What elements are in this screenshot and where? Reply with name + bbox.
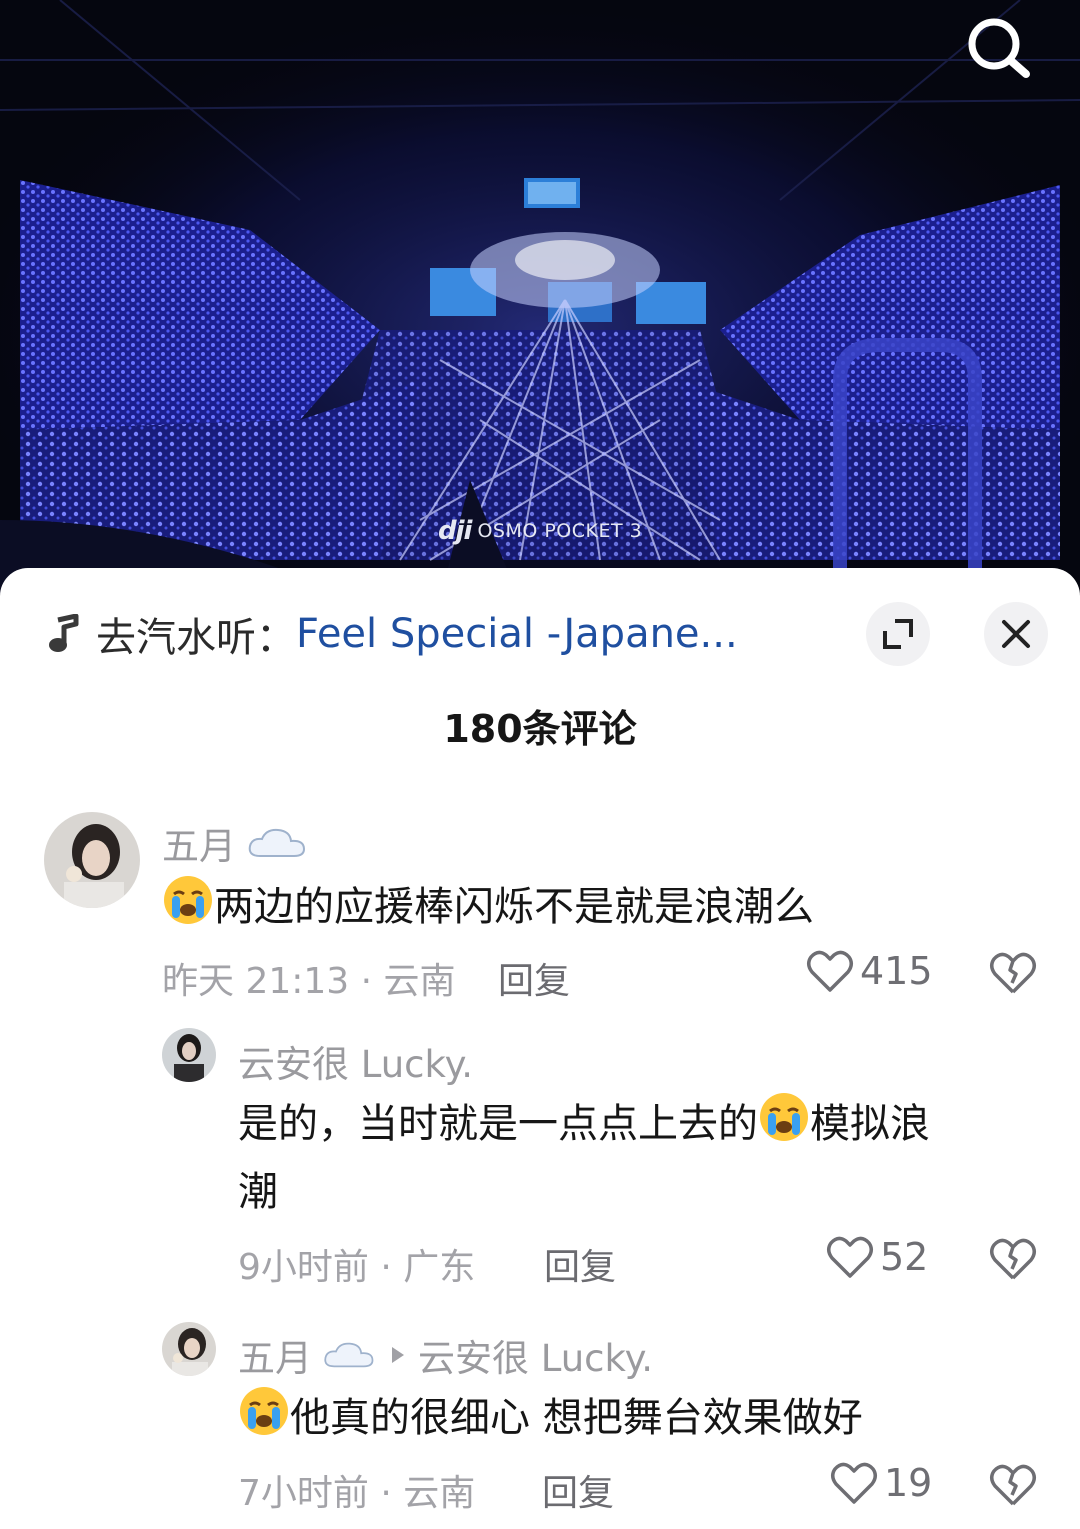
like-button[interactable]: 415 <box>806 948 933 994</box>
comment-text-content: 他真的很细心 想把舞台效果做好 <box>290 1395 863 1441</box>
video-player[interactable]: dji OSMO POCKET 3 <box>0 0 1080 600</box>
heart-icon <box>831 1462 877 1504</box>
comment-username[interactable]: 云安很 Lucky. <box>238 1034 473 1088</box>
reply-arrow-icon <box>392 1347 404 1363</box>
music-prefix: 去汽水听： <box>96 615 296 661</box>
like-count: 19 <box>884 1461 933 1505</box>
dislike-button[interactable] <box>988 1236 1038 1286</box>
comments-sheet: 去汽水听： Feel Special -Japane... 180条评论 五月 <box>0 568 1080 1529</box>
concert-stage-image <box>0 0 1080 600</box>
heart-icon <box>827 1236 873 1278</box>
close-icon <box>1002 620 1030 648</box>
comment-meta: 昨天 21:13 · 云南 <box>162 961 456 1002</box>
search-icon <box>968 18 1030 78</box>
avatar[interactable] <box>44 812 140 908</box>
broken-heart-icon <box>990 1238 1036 1280</box>
reply-button[interactable]: 回复 <box>542 1464 614 1516</box>
comment-meta: 7小时前 · 云南 <box>238 1473 476 1514</box>
dislike-button[interactable] <box>988 950 1038 1000</box>
search-button[interactable] <box>958 10 1038 82</box>
camera-watermark: dji OSMO POCKET 3 <box>438 516 642 546</box>
cloud-icon <box>248 828 306 857</box>
comment-count-title: 180条评论 <box>443 707 637 751</box>
music-note-icon <box>49 614 79 652</box>
reply-to-username[interactable]: 云安很 Lucky. <box>418 1328 653 1382</box>
comment-text-part2: 模拟浪 <box>810 1101 930 1147</box>
reply-button[interactable]: 回复 <box>498 952 570 1004</box>
music-link[interactable]: 去汽水听： Feel Special -Japane... <box>46 604 826 664</box>
comment-text-part3: 潮 <box>238 1169 278 1215</box>
comment-text: 两边的应援棒闪烁不是就是浪潮么 <box>162 873 1042 941</box>
comment-text: 是的，当时就是一点点上去的 模拟浪潮 <box>238 1090 1038 1226</box>
comment-text-part1: 是的，当时就是一点点上去的 <box>238 1101 758 1147</box>
avatar[interactable] <box>162 1028 216 1082</box>
like-button[interactable]: 52 <box>826 1234 928 1280</box>
music-song-title[interactable]: Feel Special -Japane... <box>296 611 738 657</box>
comment-text-content: 两边的应援棒闪烁不是就是浪潮么 <box>214 884 814 930</box>
reply-button[interactable]: 回复 <box>544 1238 616 1290</box>
watermark-brand: dji <box>438 516 472 546</box>
expand-button[interactable] <box>866 602 930 666</box>
username-text[interactable]: 五月 <box>238 1328 312 1382</box>
like-count: 415 <box>860 949 933 993</box>
comment-meta: 9小时前 · 广东 <box>238 1247 476 1288</box>
like-button[interactable]: 19 <box>830 1460 932 1506</box>
crying-emoji-icon <box>164 876 212 924</box>
expand-icon <box>883 619 913 649</box>
comment-username[interactable]: 五月 <box>162 816 308 870</box>
crying-emoji-icon <box>240 1387 288 1435</box>
watermark-model: OSMO POCKET 3 <box>477 520 643 542</box>
avatar[interactable] <box>162 1322 216 1376</box>
like-count: 52 <box>880 1235 929 1279</box>
dislike-button[interactable] <box>988 1462 1038 1512</box>
comment-text: 他真的很细心 想把舞台效果做好 <box>238 1384 1038 1452</box>
username-text[interactable]: 云安很 Lucky. <box>238 1034 473 1088</box>
close-button[interactable] <box>984 602 1048 666</box>
username-text[interactable]: 五月 <box>162 816 236 870</box>
cloud-icon <box>324 1342 374 1368</box>
crying-emoji-icon <box>760 1093 808 1141</box>
comment-username[interactable]: 五月 云安很 Lucky. <box>238 1328 653 1382</box>
broken-heart-icon <box>990 952 1036 994</box>
heart-icon <box>807 950 853 992</box>
broken-heart-icon <box>990 1464 1036 1506</box>
